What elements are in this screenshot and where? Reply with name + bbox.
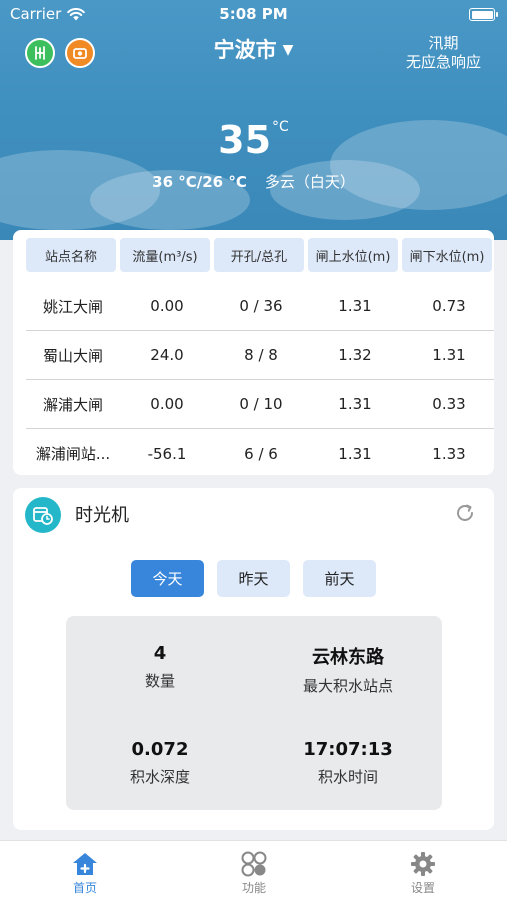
current-temperature: 35°C [0,118,507,162]
tab-home-label: 首页 [72,881,97,895]
cell-station: 姚江大闸 [42,297,103,316]
cell-station: 蜀山大闸 [42,346,103,365]
weather-condition: 多云（白天） [264,173,355,191]
weather-summary: 36 °C/26 °C 多云（白天） [0,171,507,192]
column-header-flow: 流量(m³/s) [120,238,210,272]
cell-upstream-level: 1.31 [338,297,372,315]
chevron-down-icon: ▼ [282,42,294,58]
flood-status[interactable]: 汛期 无应急响应 [406,34,481,72]
cell-flow: 0.00 [150,395,184,413]
temperature-range: 36 °C/26 °C [152,173,247,191]
status-bar: Carrier 5:08 PM [0,0,507,28]
stat-count: 4 数量 [66,643,254,691]
stat-value: 4 [153,643,167,664]
tab-settings-label: 设置 [410,881,435,895]
column-header-downstream-level: 闸下水位(m) [402,238,492,272]
cell-openings: 0 / 10 [239,395,283,413]
cell-downstream-level: 1.31 [432,346,466,364]
cell-upstream-level: 1.31 [338,395,372,413]
tab-settings[interactable]: 设置 [383,849,463,896]
table-row[interactable]: 姚江大闸 0.00 0 / 36 1.31 0.73 [26,282,494,331]
column-header-openings: 开孔/总孔 [214,238,304,272]
table-header: 站点名称 流量(m³/s) 开孔/总孔 闸上水位(m) 闸下水位(m) [26,238,492,272]
time-machine-card: 时光机 今天 昨天 前天 4 数量 云林东路 最大积水站点 0.072 积水深度… [13,488,494,830]
stats-panel: 4 数量 云林东路 最大积水站点 0.072 积水深度 17:07:13 积水时… [66,616,442,810]
cell-flow: 0.00 [150,297,184,315]
cell-station: 澥浦闸站... [35,445,111,463]
flood-season-label: 汛期 [428,34,459,52]
clock: 5:08 PM [219,5,288,23]
station-table-card: 站点名称 流量(m³/s) 开孔/总孔 闸上水位(m) 闸下水位(m) 姚江大闸… [13,230,494,475]
stat-time: 17:07:13 积水时间 [254,739,442,787]
cell-flow: -56.1 [147,444,187,463]
stat-value: 17:07:13 [303,739,393,760]
tab-yesterday[interactable]: 昨天 [217,560,290,597]
stat-max-station: 云林东路 最大积水站点 [254,643,442,696]
tab-today[interactable]: 今天 [131,560,204,597]
cell-upstream-level: 1.32 [338,346,372,364]
battery-icon [469,8,498,21]
cell-openings: 8 / 8 [244,346,278,364]
column-header-upstream-level: 闸上水位(m) [308,238,398,272]
stat-label: 数量 [144,672,175,690]
cell-openings: 0 / 36 [239,297,283,315]
table-body: 姚江大闸 0.00 0 / 36 1.31 0.73 蜀山大闸 24.0 8 /… [26,282,494,475]
emergency-response-label: 无应急响应 [405,53,481,71]
temperature-unit: °C [272,119,289,135]
home-icon [73,853,97,875]
tab-day-before-yesterday[interactable]: 前天 [303,560,376,597]
time-machine-title: 时光机 [75,505,129,526]
gear-icon [411,852,435,876]
temperature-value: 35 [218,118,272,162]
stat-value: 0.072 [131,739,189,760]
cell-downstream-level: 1.33 [432,444,466,463]
day-tabs: 今天 昨天 前天 [131,560,376,597]
stat-label: 积水深度 [129,768,190,786]
table-row[interactable]: 澥浦大闸 0.00 0 / 10 1.31 0.33 [26,380,494,429]
cell-openings: 6 / 6 [244,444,278,463]
cell-downstream-level: 0.73 [432,297,466,315]
tab-home[interactable]: 首页 [45,849,125,896]
stat-value: 云林东路 [312,647,384,668]
stat-label: 最大积水站点 [302,677,393,695]
cell-station: 澥浦大闸 [42,395,103,414]
refresh-icon[interactable] [454,502,476,524]
table-row[interactable]: 蜀山大闸 24.0 8 / 8 1.32 1.31 [26,331,494,380]
cell-downstream-level: 0.33 [432,395,466,413]
city-name: 宁波市 [213,38,277,62]
weather-header: Carrier 5:08 PM 宁波市 ▼ 汛期 无应急响应 35°C 36 °C… [0,0,507,240]
cell-flow: 24.0 [150,346,184,364]
stat-depth: 0.072 积水深度 [66,739,254,787]
tab-functions-label: 功能 [241,881,266,895]
grid-circles-icon [241,851,267,877]
time-machine-icon [25,497,61,533]
column-header-station: 站点名称 [26,238,116,272]
stat-label: 积水时间 [317,768,378,786]
table-row[interactable]: 澥浦闸站... -56.1 6 / 6 1.31 1.33 [26,429,494,475]
cell-upstream-level: 1.31 [338,444,372,463]
bottom-tab-bar: 首页 功能 设置 [0,840,507,900]
tab-functions[interactable]: 功能 [214,849,294,896]
